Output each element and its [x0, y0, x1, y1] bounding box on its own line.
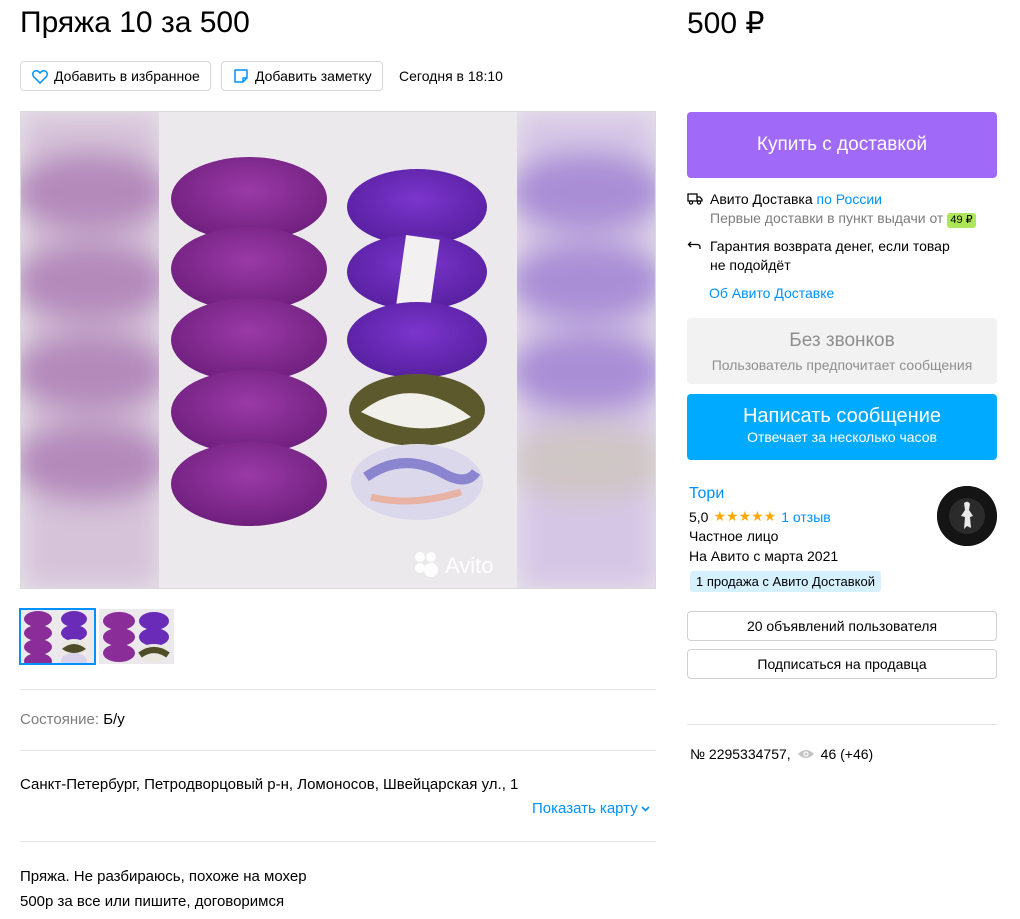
delivery-first-text: Первые доставки в пункт выдачи от	[710, 210, 944, 226]
divider	[687, 724, 997, 725]
no-calls-subtitle: Пользователь предпочитает сообщения	[711, 357, 973, 373]
seller-sales-badge: 1 продажа с Авито Доставкой	[690, 571, 881, 592]
chevron-down-icon	[641, 805, 650, 812]
description: Пряжа. Не разбираюсь, похоже на мохер 50…	[20, 864, 307, 914]
published-date: Сегодня в 18:10	[399, 68, 503, 84]
views-count: 46 (+46)	[820, 746, 874, 762]
write-message-button[interactable]: Написать сообщение Отвечает за несколько…	[687, 394, 997, 460]
avito-watermark: Avito	[445, 553, 494, 578]
no-calls-panel: Без звонков Пользователь предпочитает со…	[687, 318, 997, 384]
rating-value: 5,0	[689, 508, 709, 525]
write-message-label: Написать сообщение	[742, 405, 941, 427]
address: Санкт-Петербург, Петродворцовый р-н, Лом…	[20, 776, 519, 793]
description-line: 500р за все или пишите, договоримся	[20, 893, 285, 910]
eye-icon	[797, 750, 814, 758]
thumbnail-2[interactable]	[99, 609, 174, 664]
condition-row: Состояние: Б/у	[20, 711, 125, 728]
note-icon	[234, 69, 248, 83]
add-note-button[interactable]: Добавить заметку	[221, 61, 383, 91]
no-calls-title: Без звонков	[789, 330, 895, 351]
delivery-info: Авито Доставка по России Первые доставки…	[687, 190, 976, 228]
add-note-label: Добавить заметку	[255, 68, 372, 84]
delivery-region-link[interactable]: по России	[817, 191, 882, 207]
seller-listings-button[interactable]: 20 объявлений пользователя	[687, 611, 997, 641]
guarantee-line: Гарантия возврата денег, если товар	[710, 238, 950, 254]
about-delivery-link[interactable]: Об Авито Доставке	[709, 285, 834, 301]
divider	[20, 841, 656, 842]
condition-label: Состояние:	[20, 711, 100, 728]
divider	[20, 750, 656, 751]
show-map-label: Показать карту	[532, 800, 638, 817]
condition-value: Б/у	[103, 711, 125, 728]
subscribe-seller-button[interactable]: Подписаться на продавца	[687, 649, 997, 679]
thumbnail-1[interactable]	[19, 608, 96, 665]
buy-with-delivery-button[interactable]: Купить с доставкой	[687, 112, 997, 178]
reviews-link[interactable]: 1 отзыв	[781, 509, 831, 525]
ad-number: № 2295334757,	[690, 746, 791, 762]
add-favorite-button[interactable]: Добавить в избранное	[20, 61, 211, 91]
rating-stars: ★★★★★	[713, 508, 777, 524]
response-time: Отвечает за несколько часов	[747, 429, 937, 445]
seller-rating: 5,0 ★★★★★ 1 отзыв	[689, 508, 831, 525]
return-arrow-icon	[687, 241, 701, 249]
guarantee-info: Гарантия возврата денег, если товар не п…	[687, 237, 950, 275]
ad-meta: № 2295334757, 46 (+46)	[690, 746, 873, 762]
show-map-link[interactable]: Показать карту	[532, 800, 650, 817]
seller-since: На Авито с марта 2021	[689, 548, 839, 564]
guarantee-line: не подойдёт	[710, 257, 791, 273]
add-favorite-label: Добавить в избранное	[54, 68, 200, 84]
page-title: Пряжа 10 за 500	[20, 6, 250, 39]
heart-icon	[32, 69, 48, 84]
delivery-price-badge: 49 ₽	[947, 213, 976, 228]
price: 500 ₽	[687, 7, 765, 40]
main-photo[interactable]: Avito	[20, 111, 656, 589]
seller-type: Частное лицо	[689, 528, 779, 544]
delivery-title: Авито Доставка	[710, 191, 813, 207]
divider	[20, 689, 656, 690]
description-line: Пряжа. Не разбираюсь, похоже на мохер	[20, 868, 307, 885]
seller-avatar[interactable]	[937, 486, 997, 546]
seller-name-link[interactable]: Тори	[689, 485, 724, 503]
truck-icon	[687, 193, 703, 205]
